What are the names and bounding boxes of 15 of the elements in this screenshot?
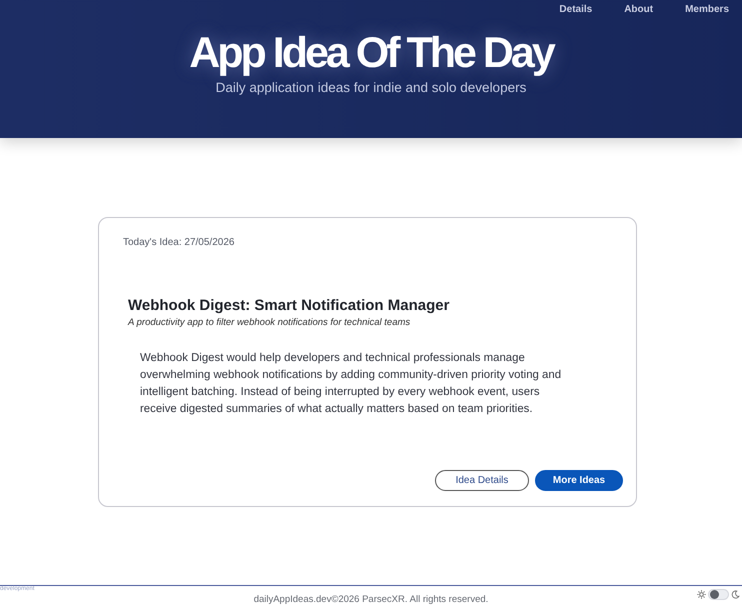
idea-title: Webhook Digest: Smart Notification Manager [128,297,450,315]
idea-subtitle: A productivity app to filter webhook notifications for technical teams [128,317,412,329]
theme-toggle[interactable] [708,589,729,600]
nav-link[interactable]: About [624,4,654,18]
nav-link[interactable]: Details [559,4,592,18]
idea-description: Webhook Digest would help developers and technical professionals manage overwhelming webhook notifications by adding community-driven priority voting and intelligent batching. Instead of being interrupted by every webhook event, users receive digested summaries of what actually matters based on team priorities. [140,351,562,417]
copyright-text: dailyAppIdeas.dev©2026 ParsecXR. All rights reserved. [254,594,488,604]
more-ideas-button[interactable]: More Ideas [535,470,623,491]
site-title: App Idea Of The Day [189,28,553,78]
moon-icon [731,590,740,599]
idea-date: Today's Idea: 27/05/2026 [123,237,236,249]
nav-link[interactable]: Members [685,4,729,18]
site-tagline: Daily application ideas for indie and solo developers [216,80,526,96]
sun-icon [697,590,706,599]
details-button[interactable]: Idea Details [435,470,529,491]
